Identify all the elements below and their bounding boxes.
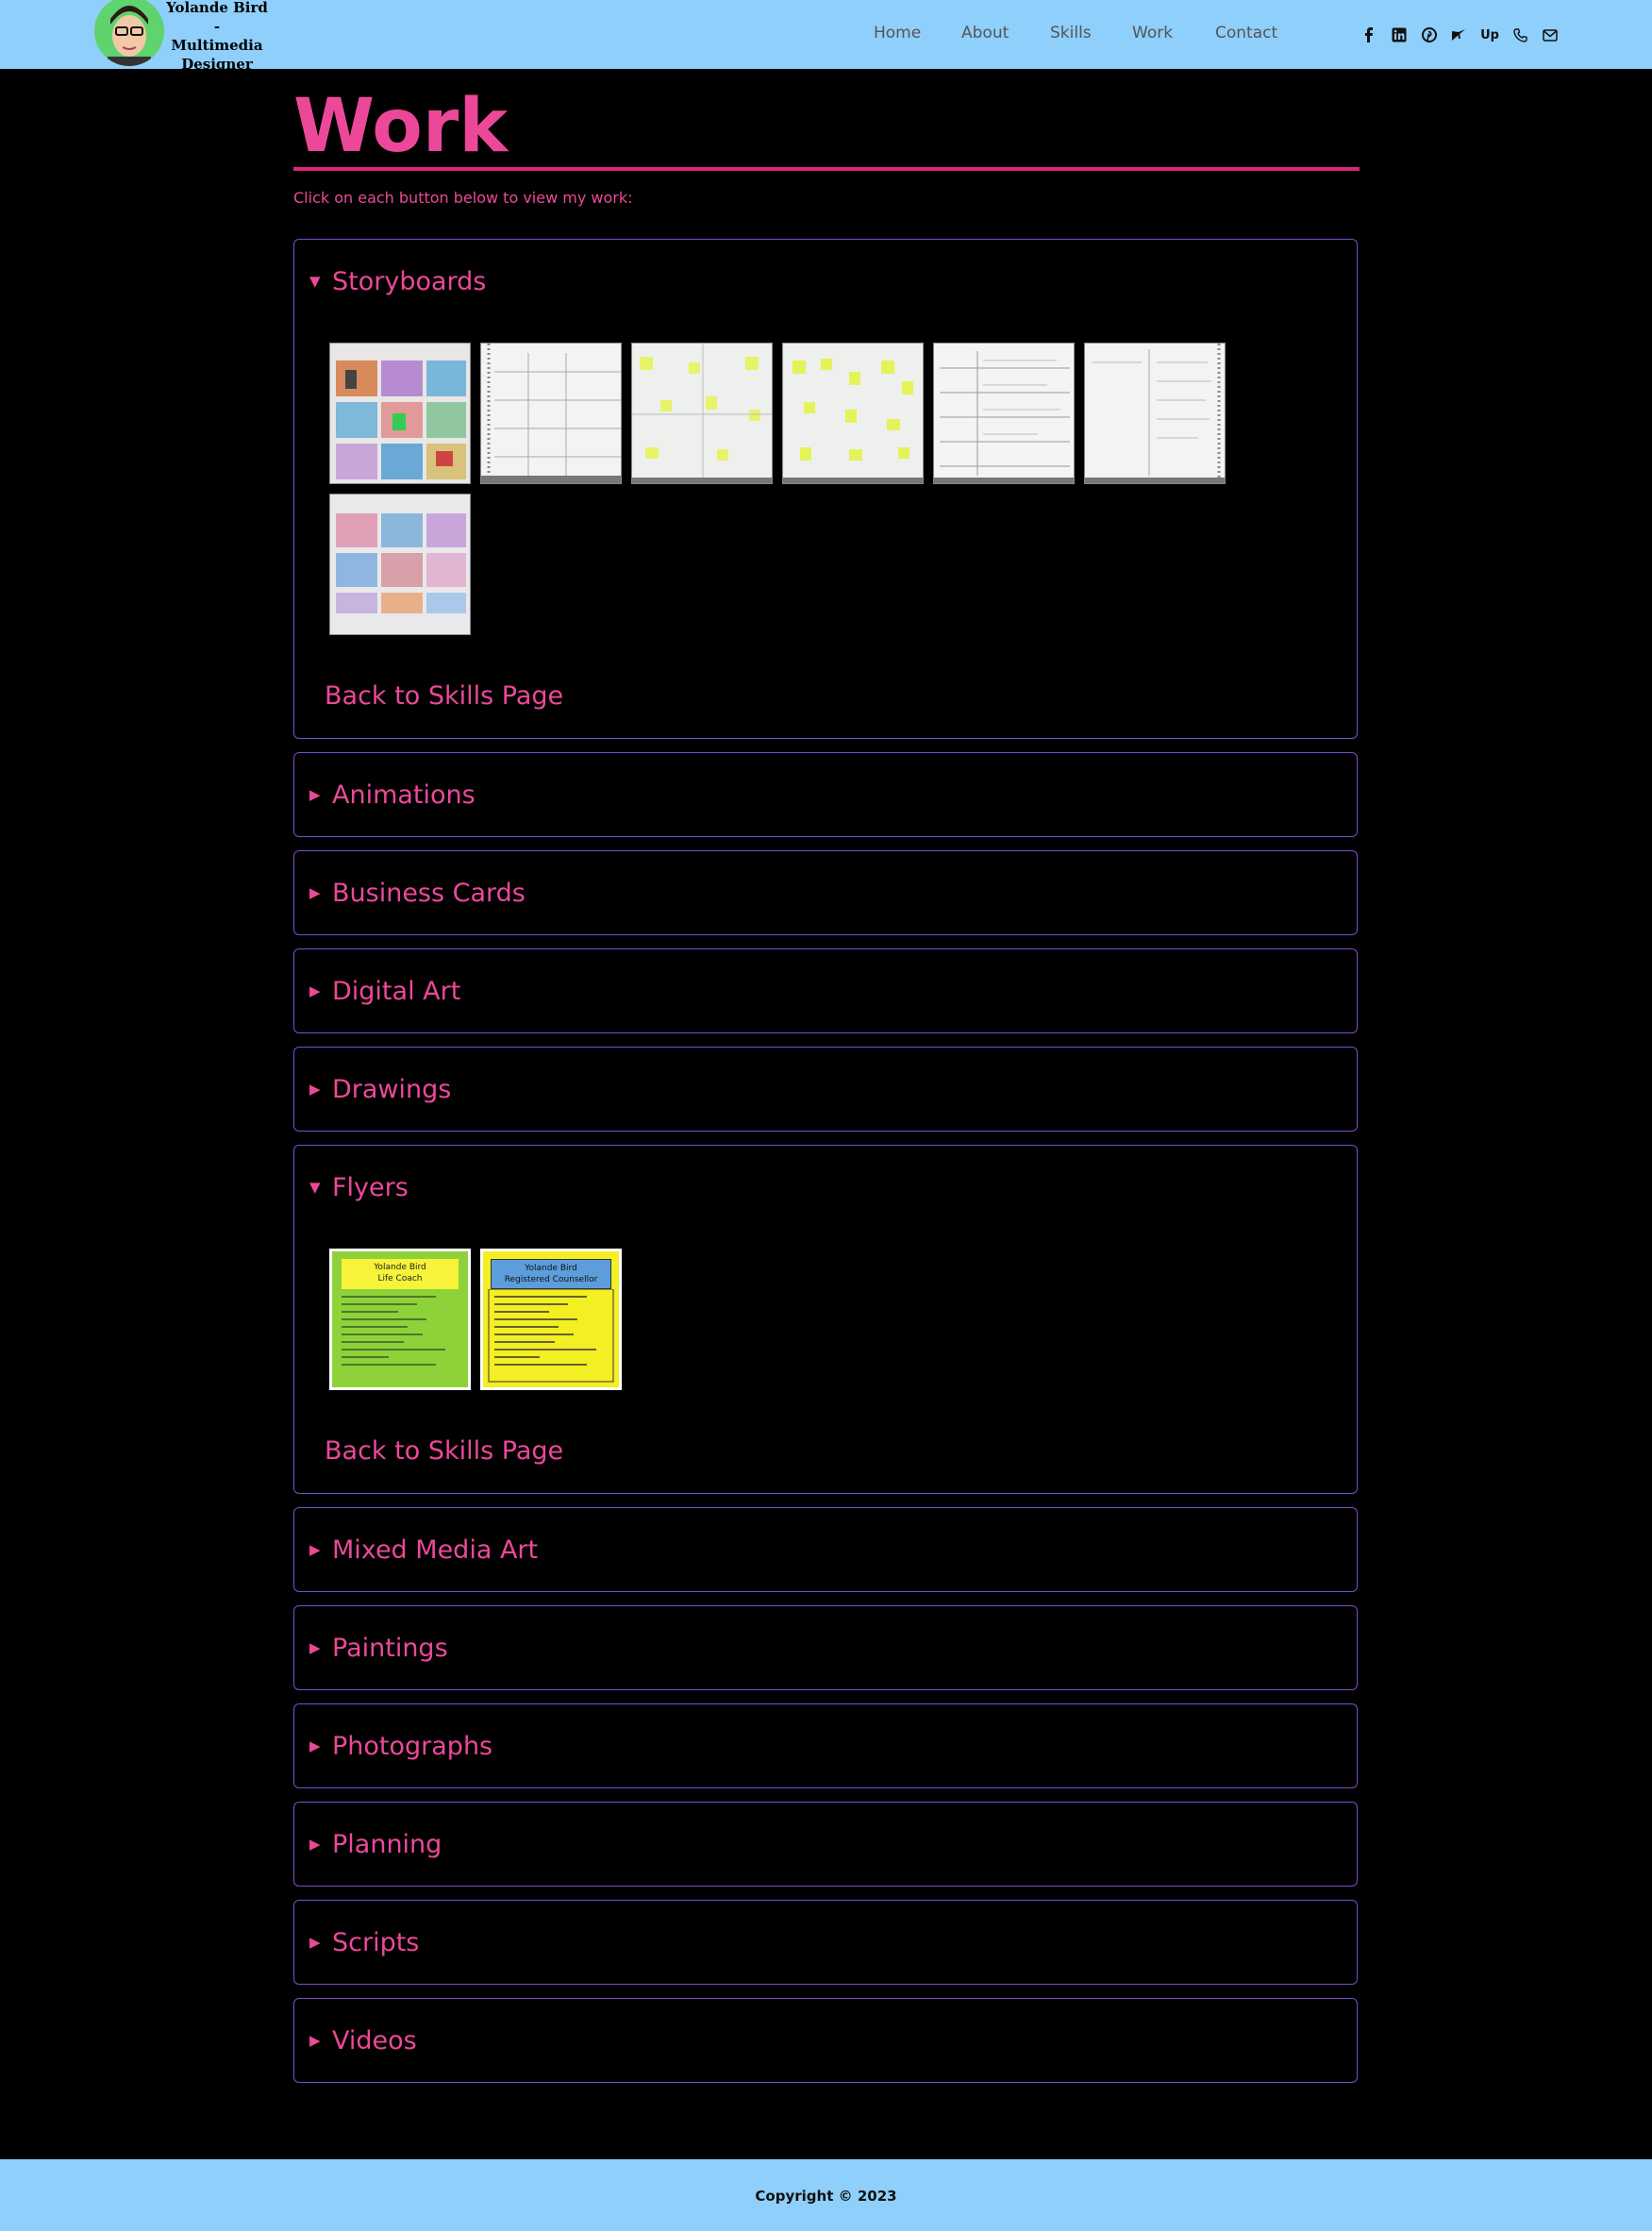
accordion-animations: ▶ Animations bbox=[293, 752, 1358, 837]
accordion-business-cards: ▶ Business Cards bbox=[293, 850, 1358, 935]
accordion-label: Flyers bbox=[332, 1172, 409, 1202]
facebook-icon[interactable] bbox=[1359, 25, 1379, 45]
caret-right-icon: ▶ bbox=[309, 1934, 321, 1951]
accordion-header-storyboards[interactable]: ▼ Storyboards bbox=[309, 240, 486, 323]
caret-right-icon: ▶ bbox=[309, 1836, 321, 1853]
caret-right-icon: ▶ bbox=[309, 1081, 321, 1098]
flyer-role: Registered Counsellor bbox=[504, 1275, 598, 1284]
accordion-paintings: ▶ Paintings bbox=[293, 1605, 1358, 1690]
accordion-header-digital-art[interactable]: ▶ Digital Art bbox=[309, 949, 460, 1032]
storyboard-thumbnail[interactable] bbox=[329, 343, 471, 484]
accordion-header-paintings[interactable]: ▶ Paintings bbox=[309, 1606, 448, 1689]
accordion-header-scripts[interactable]: ▶ Scripts bbox=[309, 1901, 419, 1984]
logo-role-line1: Multimedia bbox=[171, 37, 263, 54]
accordion-drawings: ▶ Drawings bbox=[293, 1047, 1358, 1132]
nav-home[interactable]: Home bbox=[874, 24, 921, 42]
accordion-header-business-cards[interactable]: ▶ Business Cards bbox=[309, 851, 526, 934]
nav-contact[interactable]: Contact bbox=[1215, 24, 1277, 42]
accordion-label: Drawings bbox=[332, 1074, 452, 1104]
phone-icon[interactable] bbox=[1510, 25, 1530, 45]
accordion-label: Digital Art bbox=[332, 976, 461, 1006]
accordion-label: Photographs bbox=[332, 1731, 493, 1761]
mail-icon[interactable] bbox=[1540, 25, 1560, 45]
accordion-header-planning[interactable]: ▶ Planning bbox=[309, 1803, 442, 1886]
accordion-header-videos[interactable]: ▶ Videos bbox=[309, 1999, 417, 2082]
accordion-storyboards: ▼ Storyboards Back to Skills Page bbox=[293, 239, 1358, 739]
logo-dash: - bbox=[213, 18, 221, 35]
back-to-skills-link[interactable]: Back to Skills Page bbox=[325, 681, 563, 711]
accordion-header-drawings[interactable]: ▶ Drawings bbox=[309, 1048, 451, 1131]
copyright-text: Copyright © 2023 bbox=[755, 2188, 897, 2205]
caret-down-icon: ▼ bbox=[309, 1179, 321, 1196]
accordion-label: Planning bbox=[332, 1829, 442, 1859]
flyer-thumbnail-life-coach[interactable]: Yolande Bird Life Coach bbox=[329, 1249, 471, 1390]
logo-role-line2: Designer bbox=[181, 56, 253, 73]
accordion-header-photographs[interactable]: ▶ Photographs bbox=[309, 1704, 492, 1787]
flyer-name: Yolande Bird bbox=[525, 1264, 577, 1273]
storyboard-thumbnail[interactable] bbox=[1084, 343, 1226, 484]
accordion-mixed-media-art: ▶ Mixed Media Art bbox=[293, 1507, 1358, 1592]
storyboard-thumbnail[interactable] bbox=[480, 343, 622, 484]
back-to-skills-link[interactable]: Back to Skills Page bbox=[325, 1436, 563, 1466]
flyer-name: Yolande Bird bbox=[374, 1263, 426, 1272]
accordion-label: Paintings bbox=[332, 1633, 448, 1663]
nav-work[interactable]: Work bbox=[1132, 24, 1173, 42]
caret-right-icon: ▶ bbox=[309, 1541, 321, 1558]
accordion-flyers: ▼ Flyers Yolande Bird Life Coach Yolande… bbox=[293, 1145, 1358, 1494]
nav-skills[interactable]: Skills bbox=[1050, 24, 1092, 42]
flyer-thumbnail-registered-counsellor[interactable]: Yolande Bird Registered Counsellor bbox=[480, 1249, 622, 1390]
fiverr-icon[interactable] bbox=[1448, 25, 1469, 45]
caret-right-icon: ▶ bbox=[309, 1737, 321, 1754]
intro-text: Click on each button below to view my wo… bbox=[293, 189, 633, 207]
accordion-label: Scripts bbox=[332, 1927, 420, 1957]
caret-down-icon: ▼ bbox=[309, 273, 321, 290]
upwork-icon[interactable]: Up bbox=[1477, 25, 1502, 45]
accordion-videos: ▶ Videos bbox=[293, 1998, 1358, 2083]
accordion-header-flyers[interactable]: ▼ Flyers bbox=[309, 1146, 409, 1229]
flyer-role: Life Coach bbox=[377, 1274, 423, 1283]
caret-right-icon: ▶ bbox=[309, 884, 321, 901]
nav-about[interactable]: About bbox=[961, 24, 1009, 42]
site-footer: Copyright © 2023 bbox=[0, 2159, 1652, 2231]
accordion-label: Mixed Media Art bbox=[332, 1535, 539, 1565]
accordion-label: Videos bbox=[332, 2025, 417, 2055]
accordion-header-animations[interactable]: ▶ Animations bbox=[309, 753, 476, 836]
caret-right-icon: ▶ bbox=[309, 982, 321, 999]
accordion-label: Business Cards bbox=[332, 878, 526, 908]
accordion-header-mixed-media-art[interactable]: ▶ Mixed Media Art bbox=[309, 1508, 538, 1591]
title-underline bbox=[293, 167, 1360, 171]
site-header: Yolande Bird - Multimedia Designer Home … bbox=[0, 0, 1652, 73]
caret-right-icon: ▶ bbox=[309, 2032, 321, 2049]
caret-right-icon: ▶ bbox=[309, 786, 321, 803]
logo-name: Yolande Bird bbox=[166, 0, 268, 16]
storyboard-thumbnail[interactable] bbox=[782, 343, 924, 484]
storyboard-thumbnail[interactable] bbox=[933, 343, 1075, 484]
accordion-label: Storyboards bbox=[332, 266, 487, 296]
accordion-digital-art: ▶ Digital Art bbox=[293, 948, 1358, 1033]
accordion-planning: ▶ Planning bbox=[293, 1802, 1358, 1887]
linkedin-icon[interactable] bbox=[1389, 25, 1410, 45]
pinterest-icon[interactable] bbox=[1419, 25, 1440, 45]
accordion-photographs: ▶ Photographs bbox=[293, 1703, 1358, 1788]
accordion-scripts: ▶ Scripts bbox=[293, 1900, 1358, 1985]
site-logo-text[interactable]: Yolande Bird - Multimedia Designer bbox=[151, 0, 283, 74]
storyboard-thumbnail[interactable] bbox=[631, 343, 773, 484]
storyboard-thumbnail[interactable] bbox=[329, 494, 471, 635]
caret-right-icon: ▶ bbox=[309, 1639, 321, 1656]
page-title: Work bbox=[293, 84, 509, 169]
accordion-label: Animations bbox=[332, 780, 476, 810]
